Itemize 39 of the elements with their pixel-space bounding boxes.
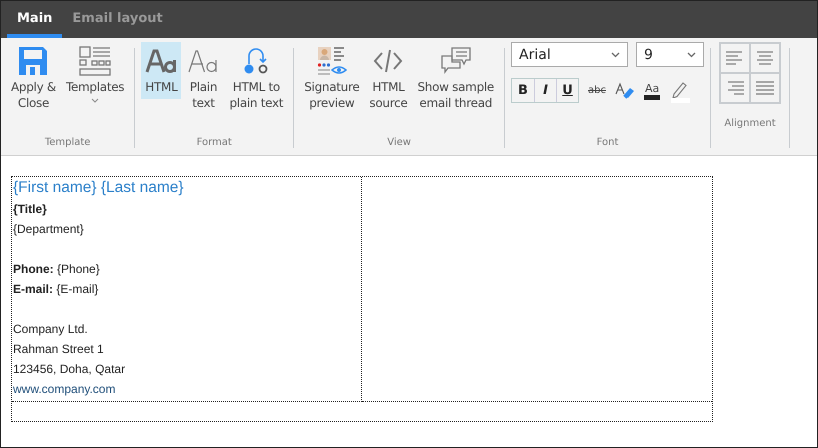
group-label: Format	[196, 137, 232, 148]
strikethrough-button[interactable]: abc	[588, 85, 606, 96]
align-center-button[interactable]	[750, 43, 780, 73]
ribbon-button[interactable]: HTML	[141, 42, 182, 99]
signature-field: Phone: {Phone}	[13, 259, 361, 279]
align-right-button[interactable]	[720, 73, 750, 103]
font-name-dropdown[interactable]: Arial	[511, 42, 628, 67]
ribbon-button[interactable]: HTML source	[365, 42, 412, 115]
font-size-dropdown[interactable]: 9	[636, 42, 704, 67]
ribbon-button[interactable]: Plain text	[183, 42, 224, 115]
signature-text: {Department}	[13, 221, 85, 238]
group-label: View	[387, 137, 411, 148]
group-label: Alignment	[724, 118, 776, 129]
ribbon-button[interactable]: Apply & Close	[7, 42, 60, 115]
signature-preview-icon	[316, 46, 347, 76]
align-lines-icon	[725, 81, 746, 95]
group-label: Font	[596, 137, 618, 148]
ribbon-button[interactable]: HTML to plain text	[225, 42, 288, 115]
ribbon-button[interactable]: Show sample email thread	[413, 42, 498, 115]
chevron-down-icon	[687, 52, 696, 58]
signature-title: {Title}	[13, 201, 48, 218]
ribbon-button[interactable]: Templates	[62, 42, 128, 107]
align-justify-button[interactable]	[750, 73, 780, 103]
signature-text: Rahman Street 1	[13, 341, 105, 358]
signature-name: {First name} {Last name}	[13, 178, 185, 198]
ribbon-button[interactable]: Signature preview	[300, 42, 364, 115]
eraser-icon[interactable]	[615, 80, 635, 100]
chevron-down-icon	[611, 52, 620, 58]
chat-bubbles-icon	[440, 46, 472, 76]
signature-text: Company Ltd.	[13, 321, 89, 338]
align-left-button[interactable]	[720, 43, 750, 73]
signature-field: E-mail: {E-mail}	[13, 279, 361, 299]
layout-icon	[79, 46, 112, 76]
align-lines-icon	[755, 51, 776, 65]
signature-text: 123456, Doha, Qatar	[13, 361, 126, 378]
font-color-button[interactable]: Aa	[644, 82, 660, 100]
website-link[interactable]: www.company.com	[13, 379, 361, 399]
align-lines-icon	[755, 81, 776, 95]
group-label: Template	[44, 137, 90, 148]
